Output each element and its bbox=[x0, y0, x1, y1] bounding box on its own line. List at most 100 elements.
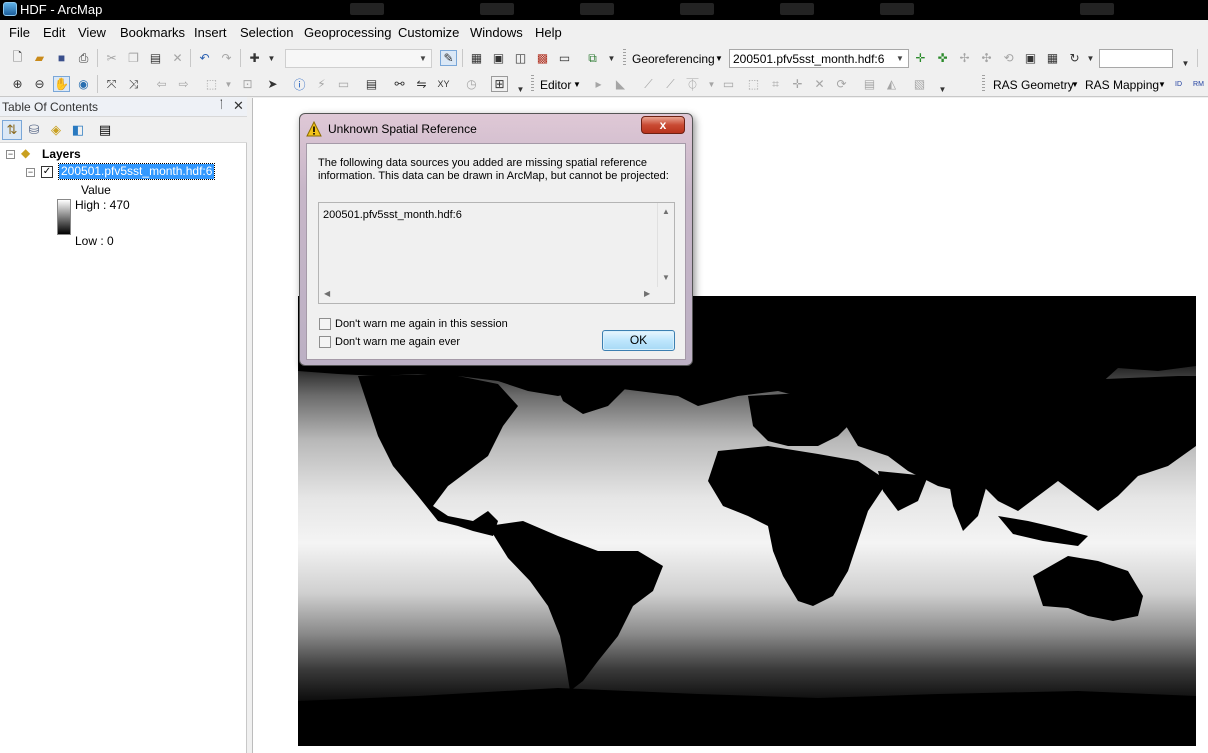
viewer-icon[interactable]: ▣ bbox=[1022, 50, 1039, 66]
pan-hand-icon[interactable]: ✋ bbox=[53, 76, 70, 92]
menu-edit[interactable]: Edit bbox=[43, 25, 65, 40]
print-icon[interactable]: ⎙ bbox=[75, 50, 92, 66]
toolbar-grip[interactable] bbox=[982, 75, 985, 93]
identify-icon[interactable]: ⓘ bbox=[291, 76, 308, 92]
missing-sources-list[interactable]: 200501.pfv5sst_month.hdf:6 ▲ ▼ ◀ ▶ bbox=[318, 202, 675, 304]
arctoolbox-icon[interactable]: ▩ bbox=[534, 50, 551, 66]
copy-icon[interactable]: ❐ bbox=[125, 50, 142, 66]
pin-icon[interactable]: ᛙ bbox=[218, 99, 225, 111]
table-icon[interactable]: ▦ bbox=[468, 50, 485, 66]
layer-name-selected[interactable]: 200501.pfv5sst_month.hdf:6 bbox=[57, 163, 216, 180]
list-item[interactable]: 200501.pfv5sst_month.hdf:6 bbox=[323, 209, 462, 221]
horizontal-scrollbar[interactable]: ◀ ▶ bbox=[319, 286, 657, 303]
menu-bookmarks[interactable]: Bookmarks bbox=[120, 25, 185, 40]
ras-mapping-menu[interactable]: RAS Mapping bbox=[1085, 78, 1159, 92]
georef-input-box[interactable] bbox=[1099, 49, 1173, 68]
paste-icon[interactable]: ▤ bbox=[147, 50, 164, 66]
rotate-measure-icon[interactable]: ↻ bbox=[1066, 50, 1083, 66]
toolbar-grip[interactable] bbox=[623, 49, 626, 67]
chevron-down-icon[interactable]: ▼ bbox=[220, 76, 237, 92]
attributes-icon[interactable]: ▤ bbox=[861, 76, 878, 92]
list-by-drawing-order-icon[interactable]: ⇅ bbox=[2, 120, 22, 140]
menu-geoprocessing[interactable]: Geoprocessing bbox=[304, 25, 391, 40]
menu-selection[interactable]: Selection bbox=[240, 25, 293, 40]
scroll-left-icon[interactable]: ◀ bbox=[324, 289, 330, 298]
collapse-layer-icon[interactable]: − bbox=[26, 168, 35, 177]
ras-id-icon[interactable]: ID bbox=[1170, 76, 1187, 92]
scroll-down-icon[interactable]: ▼ bbox=[662, 273, 670, 282]
back-arrow-icon[interactable]: ⇦ bbox=[153, 76, 170, 92]
measure-icon[interactable]: ▤ bbox=[363, 76, 380, 92]
menu-help[interactable]: Help bbox=[535, 25, 562, 40]
toolbar-options-icon[interactable]: ▼ bbox=[603, 50, 620, 66]
vertical-scrollbar[interactable]: ▲ ▼ bbox=[657, 203, 674, 287]
point-icon[interactable]: ▭ bbox=[720, 76, 737, 92]
menu-customize[interactable]: Customize bbox=[398, 25, 459, 40]
ok-button[interactable]: OK bbox=[602, 330, 675, 351]
edit-vertices-icon[interactable]: ⬚ bbox=[745, 76, 762, 92]
full-extent-globe-icon[interactable]: ◉ bbox=[75, 76, 92, 92]
edit-annotation-icon[interactable]: ◣ bbox=[612, 76, 629, 92]
options-icon[interactable]: ▤ bbox=[95, 120, 115, 140]
scroll-right-icon[interactable]: ▶ bbox=[644, 289, 650, 298]
toolbar-options-icon[interactable]: ▼ bbox=[512, 81, 529, 97]
python-window-icon[interactable]: ▭ bbox=[556, 50, 573, 66]
create-viewer-icon[interactable]: ⊞ bbox=[491, 76, 508, 92]
dont-warn-session-label[interactable]: Don't warn me again in this session bbox=[335, 318, 508, 330]
sketch-properties-icon[interactable]: ◭ bbox=[883, 76, 900, 92]
edit-tool-icon[interactable]: ▸ bbox=[590, 76, 607, 92]
fixed-zoom-out-icon[interactable]: ⤨ bbox=[125, 76, 142, 92]
open-folder-icon[interactable]: ▰ bbox=[31, 50, 48, 66]
collapse-layers-icon[interactable]: − bbox=[6, 150, 15, 159]
link-table-icon[interactable]: ▦ bbox=[1044, 50, 1061, 66]
reshape-icon[interactable]: ⌗ bbox=[767, 76, 784, 92]
georeferencing-menu[interactable]: Georeferencing bbox=[632, 52, 715, 66]
toolbar-options-icon[interactable]: ▼ bbox=[1177, 55, 1194, 71]
time-slider-icon[interactable]: ◷ bbox=[463, 76, 480, 92]
select-link-icon[interactable]: ✢ bbox=[956, 50, 973, 66]
hyperlink-icon[interactable]: ⚡ bbox=[313, 76, 330, 92]
save-icon[interactable]: ■ bbox=[53, 50, 70, 66]
modelbuilder-icon[interactable]: ⧉ bbox=[584, 50, 601, 66]
chevron-down-icon[interactable]: ▼ bbox=[715, 54, 723, 63]
layer-visibility-checkbox[interactable]: ✓ bbox=[41, 166, 53, 178]
undo-icon[interactable]: ↶ bbox=[196, 50, 213, 66]
ras-rm-icon[interactable]: RM bbox=[1190, 76, 1207, 92]
ras-geometry-menu[interactable]: RAS Geometry bbox=[993, 78, 1074, 92]
dialog-close-button[interactable]: x bbox=[641, 116, 685, 134]
editor-toolbar-icon[interactable]: ✎ bbox=[440, 50, 457, 66]
add-data-dropdown-icon[interactable]: ▼ bbox=[263, 50, 280, 66]
add-data-icon[interactable]: ✚ bbox=[246, 50, 263, 66]
zoom-out-icon[interactable]: ⊖ bbox=[31, 76, 48, 92]
find-binoculars-icon[interactable]: ⚯ bbox=[391, 76, 408, 92]
redo-icon[interactable]: ↷ bbox=[218, 50, 235, 66]
chevron-down-icon[interactable]: ▼ bbox=[573, 80, 581, 89]
chevron-down-icon[interactable]: ▼ bbox=[1071, 80, 1079, 89]
fixed-zoom-in-icon[interactable]: ⤧ bbox=[103, 76, 120, 92]
auto-registration-icon[interactable]: ✜ bbox=[934, 50, 951, 66]
html-popup-icon[interactable]: ▭ bbox=[335, 76, 352, 92]
select-elements-arrow-icon[interactable]: ➤ bbox=[264, 76, 281, 92]
list-by-selection-icon[interactable]: ◧ bbox=[68, 120, 88, 140]
split-tool-icon[interactable]: ✕ bbox=[811, 76, 828, 92]
dont-warn-ever-checkbox[interactable] bbox=[319, 336, 331, 348]
add-control-points-icon[interactable]: ✛ bbox=[912, 50, 929, 66]
chevron-down-icon[interactable]: ▼ bbox=[703, 76, 720, 92]
trace-icon[interactable]: ⏁ bbox=[684, 76, 701, 92]
zoom-in-icon[interactable]: ⊕ bbox=[9, 76, 26, 92]
close-icon[interactable]: ✕ bbox=[233, 98, 244, 114]
end-point-arc-icon[interactable]: ⟋ bbox=[662, 76, 679, 92]
go-to-xy-icon[interactable]: XY bbox=[435, 76, 452, 92]
forward-arrow-icon[interactable]: ⇨ bbox=[175, 76, 192, 92]
create-features-icon[interactable]: ▧ bbox=[911, 76, 928, 92]
dont-warn-session-checkbox[interactable] bbox=[319, 318, 331, 330]
cut-icon[interactable]: ✂ bbox=[103, 50, 120, 66]
list-by-source-icon[interactable]: ⛁ bbox=[24, 120, 44, 140]
new-document-icon[interactable]: 🗋 bbox=[9, 50, 26, 66]
delete-link-icon[interactable]: ✣ bbox=[978, 50, 995, 66]
chevron-down-icon[interactable]: ▼ bbox=[1158, 80, 1166, 89]
rotate-tool-icon[interactable]: ⟳ bbox=[833, 76, 850, 92]
select-features-icon[interactable]: ⬚ bbox=[203, 76, 220, 92]
editor-menu[interactable]: Editor bbox=[540, 78, 571, 92]
rotate-icon[interactable]: ⟲ bbox=[1000, 50, 1017, 66]
